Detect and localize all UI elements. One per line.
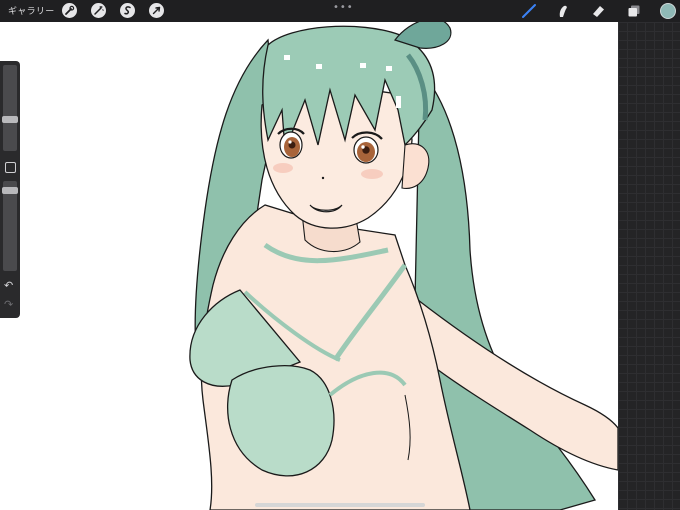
arrow-cursor-icon[interactable] (149, 3, 164, 18)
undo-icon[interactable]: ↶ (4, 279, 13, 292)
wrench-icon[interactable] (62, 3, 77, 18)
illustration-artwork (189, 22, 618, 510)
brush-size-slider[interactable] (2, 65, 18, 151)
home-indicator[interactable] (255, 503, 425, 507)
smudge-icon[interactable] (555, 3, 571, 23)
redo-icon[interactable]: ↷ (4, 298, 13, 311)
top-toolbar: ギャラリー ••• (0, 0, 680, 22)
drawing-canvas[interactable] (0, 22, 618, 510)
brush-icon[interactable] (520, 3, 538, 23)
brush-sidebar: ↶ ↷ (0, 61, 20, 318)
canvas-background-grid (618, 22, 680, 510)
opacity-slider[interactable] (2, 181, 18, 271)
layers-icon[interactable] (626, 3, 642, 23)
drag-handle[interactable]: ••• (333, 2, 354, 13)
brush-size-thumb[interactable] (2, 116, 18, 123)
selection-s-icon[interactable] (120, 3, 135, 18)
square-icon[interactable] (5, 162, 16, 173)
gallery-button[interactable]: ギャラリー (8, 4, 55, 17)
magic-wand-icon[interactable] (91, 3, 106, 18)
opacity-thumb[interactable] (2, 187, 18, 194)
eraser-icon[interactable] (590, 3, 606, 23)
color-picker[interactable] (660, 3, 676, 19)
